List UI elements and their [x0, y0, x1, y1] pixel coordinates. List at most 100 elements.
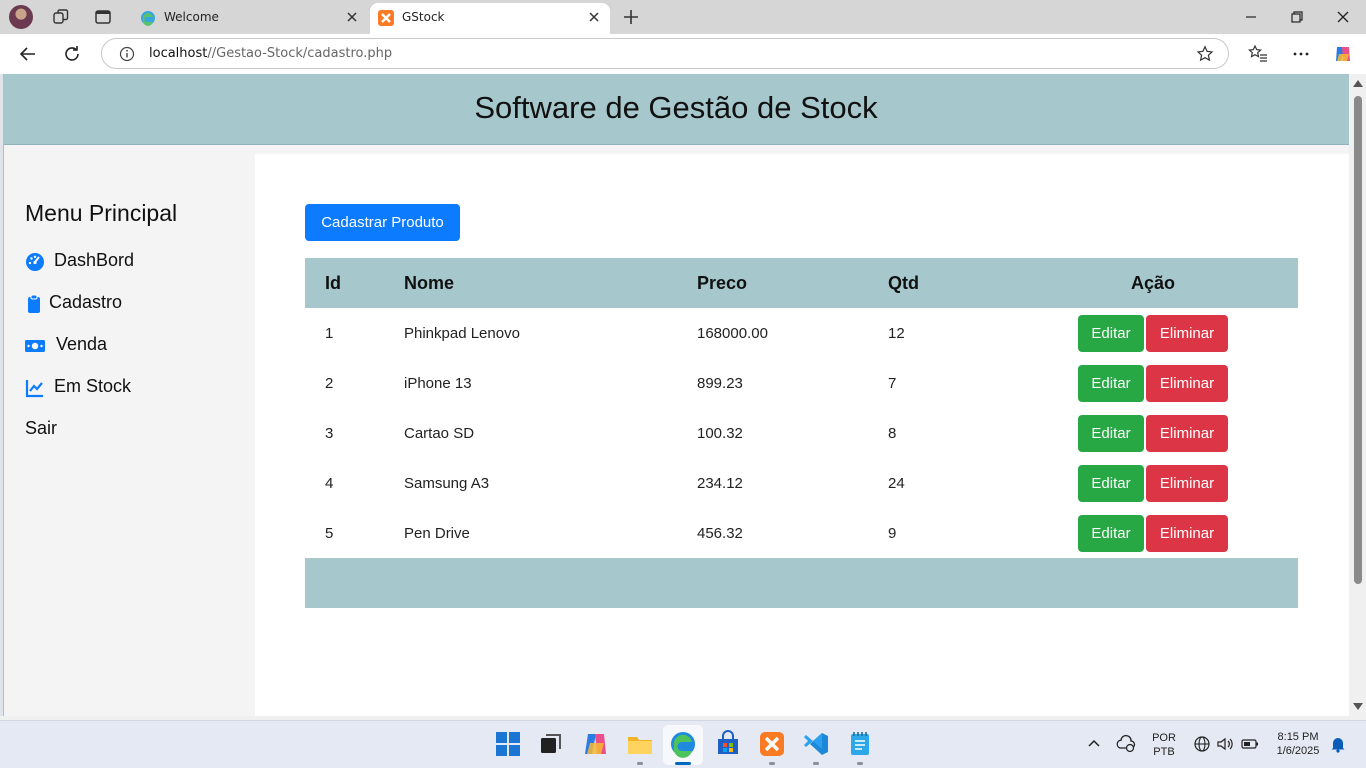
scroll-up-icon[interactable] — [1353, 80, 1363, 87]
favorites-icon[interactable] — [1247, 43, 1269, 65]
cell-nome: iPhone 13 — [404, 374, 472, 392]
cell-preco: 899.23 — [697, 374, 743, 392]
cell-id: 5 — [325, 524, 334, 542]
tab-title: Welcome — [164, 10, 219, 24]
cell-qtd: 9 — [888, 524, 897, 542]
clock-date: 1/6/2025 — [1276, 745, 1320, 757]
cell-acao: Editar Eliminar — [1008, 308, 1298, 358]
notification-bell-icon[interactable] — [1328, 734, 1348, 754]
workspaces-icon[interactable] — [52, 8, 70, 26]
sidebar: Menu Principal DashBord Cadastro Venda E… — [4, 148, 255, 716]
cell-preco: 100.32 — [697, 424, 743, 442]
minimize-icon[interactable] — [1241, 7, 1261, 27]
sidebar-item-label: Sair — [25, 418, 58, 438]
close-tab-icon[interactable] — [584, 7, 604, 27]
restore-icon[interactable] — [1287, 7, 1307, 27]
close-window-icon[interactable] — [1333, 7, 1353, 27]
cell-id: 2 — [325, 374, 334, 392]
battery-icon[interactable] — [1240, 734, 1260, 754]
table-footer-row — [305, 558, 1298, 608]
copilot-taskbar-icon[interactable] — [582, 730, 610, 758]
running-indicator — [637, 762, 643, 765]
language-code: POR — [1152, 732, 1176, 744]
page-header: Software de Gestão de Stock — [4, 74, 1349, 145]
file-explorer-icon[interactable] — [626, 730, 654, 758]
clipboard-icon — [28, 294, 40, 313]
new-tab-icon[interactable] — [620, 6, 642, 28]
cadastrar-produto-button[interactable]: Cadastrar Produto — [305, 204, 460, 241]
delete-button[interactable]: Eliminar — [1146, 314, 1228, 352]
dashboard-icon — [26, 253, 44, 271]
cell-nome: Phinkpad Lenovo — [404, 324, 520, 342]
cell-acao: Editar Eliminar — [1008, 408, 1298, 458]
delete-button[interactable]: Eliminar — [1146, 364, 1228, 402]
delete-button[interactable]: Eliminar — [1146, 514, 1228, 552]
delete-button[interactable]: Eliminar — [1146, 464, 1228, 502]
onedrive-sync-icon[interactable] — [1116, 734, 1136, 754]
column-header-acao: Ação — [1130, 272, 1175, 293]
vertical-scrollbar[interactable] — [1349, 74, 1366, 716]
main-content: Cadastrar Produto Id Nome Preco Qtd Ação… — [255, 154, 1349, 716]
table-row: 2 iPhone 13 899.23 7 Editar Eliminar — [305, 358, 1298, 408]
cell-id: 3 — [325, 424, 334, 442]
column-header-nome: Nome — [404, 272, 455, 293]
volume-icon[interactable] — [1215, 734, 1235, 754]
edit-button[interactable]: Editar — [1078, 414, 1144, 452]
store-icon[interactable] — [714, 730, 742, 758]
cell-id: 1 — [325, 324, 334, 342]
edge-taskbar-icon[interactable] — [669, 730, 697, 758]
network-globe-icon[interactable] — [1192, 734, 1212, 754]
cell-acao: Editar Eliminar — [1008, 508, 1298, 558]
tab-gstock[interactable]: GStock — [370, 3, 610, 34]
money-icon — [25, 340, 45, 352]
scroll-down-icon[interactable] — [1353, 703, 1363, 710]
task-view-icon[interactable] — [537, 730, 565, 758]
tab-welcome[interactable]: Welcome — [132, 3, 368, 34]
active-indicator — [675, 762, 691, 765]
notepad-icon[interactable] — [846, 730, 874, 758]
edit-button[interactable]: Editar — [1078, 514, 1144, 552]
clock-time: 8:15 PM — [1277, 731, 1319, 743]
cell-acao: Editar Eliminar — [1008, 358, 1298, 408]
close-tab-icon[interactable] — [342, 7, 362, 27]
cell-qtd: 8 — [888, 424, 897, 442]
table-row: 3 Cartao SD 100.32 8 Editar Eliminar — [305, 408, 1298, 458]
cell-preco: 456.32 — [697, 524, 743, 542]
running-indicator — [769, 762, 775, 765]
url-host: localhost — [149, 46, 208, 61]
running-indicator — [813, 762, 819, 765]
scrollbar-thumb[interactable] — [1354, 96, 1362, 584]
taskbar: POR PTB 8:15 PM 1/6/2025 — [0, 720, 1366, 768]
edit-button[interactable]: Editar — [1078, 464, 1144, 502]
address-bar: localhost//Gestao-Stock/cadastro.php — [0, 34, 1366, 74]
url-field[interactable]: localhost//Gestao-Stock/cadastro.php — [101, 38, 1229, 69]
sidebar-item-label: Em Stock — [54, 376, 132, 396]
cell-nome: Pen Drive — [404, 524, 470, 542]
favorite-star-icon[interactable] — [1196, 45, 1214, 63]
edit-button[interactable]: Editar — [1078, 364, 1144, 402]
table-header-row: Id Nome Preco Qtd Ação — [305, 258, 1298, 308]
cell-preco: 234.12 — [697, 474, 743, 492]
products-table: Id Nome Preco Qtd Ação 1 Phinkpad Lenovo… — [305, 258, 1298, 608]
copilot-icon[interactable] — [1332, 43, 1354, 65]
browser-tab-strip: Welcome GStock — [0, 0, 1366, 34]
profile-avatar[interactable] — [9, 5, 33, 29]
back-icon[interactable] — [17, 43, 39, 65]
sidebar-item-label: Venda — [56, 334, 108, 354]
edit-button[interactable]: Editar — [1078, 314, 1144, 352]
page-title: Software de Gestão de Stock — [474, 90, 878, 125]
refresh-icon[interactable] — [61, 43, 83, 65]
vscode-icon[interactable] — [802, 730, 830, 758]
clock[interactable]: 8:15 PM 1/6/2025 — [1268, 730, 1328, 758]
xampp-icon — [378, 10, 394, 26]
tab-actions-icon[interactable] — [94, 8, 112, 26]
more-options-icon[interactable] — [1290, 43, 1312, 65]
delete-button[interactable]: Eliminar — [1146, 414, 1228, 452]
language-indicator[interactable]: POR PTB — [1151, 731, 1177, 759]
xampp-taskbar-icon[interactable] — [758, 730, 786, 758]
keyboard-layout: PTB — [1153, 746, 1175, 758]
start-icon[interactable] — [494, 730, 522, 758]
column-header-id: Id — [325, 272, 341, 293]
chevron-up-icon[interactable] — [1084, 734, 1104, 754]
site-info-icon[interactable] — [119, 46, 135, 62]
